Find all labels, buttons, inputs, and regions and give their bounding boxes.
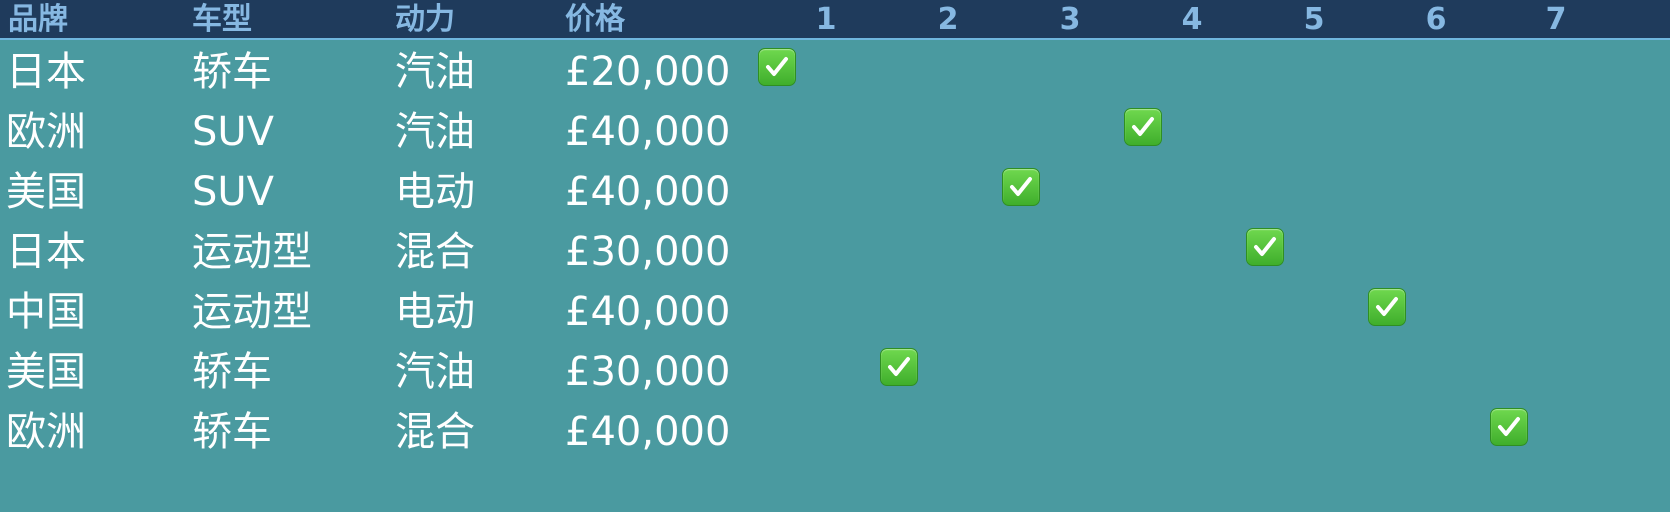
table-row: 日本 运动型 混合 £30,000 [0, 220, 1670, 284]
cell-brand[interactable]: 日本 [6, 40, 86, 104]
cell-price[interactable]: £20,000 [565, 40, 730, 104]
check-mark-icon[interactable] [1002, 168, 1040, 206]
header-num-6[interactable]: 6 [1416, 0, 1456, 40]
cell-price[interactable]: £40,000 [565, 400, 730, 464]
cell-brand[interactable]: 欧洲 [6, 400, 86, 464]
cell-power[interactable]: 汽油 [395, 40, 475, 104]
check-mark-icon[interactable] [1124, 108, 1162, 146]
header-num-3[interactable]: 3 [1050, 0, 1090, 40]
header-type[interactable]: 车型 [192, 0, 252, 40]
cell-power[interactable]: 混合 [395, 400, 475, 464]
table-row: 美国 轿车 汽油 £30,000 [0, 340, 1670, 404]
cell-power[interactable]: 电动 [395, 280, 475, 344]
cell-brand[interactable]: 美国 [6, 160, 86, 224]
cell-brand[interactable]: 美国 [6, 340, 86, 404]
check-mark-icon[interactable] [1246, 228, 1284, 266]
cell-power[interactable]: 汽油 [395, 100, 475, 164]
cell-type[interactable]: SUV [192, 100, 274, 164]
check-mark-icon[interactable] [1368, 288, 1406, 326]
cell-price[interactable]: £30,000 [565, 220, 730, 284]
cell-brand[interactable]: 中国 [6, 280, 86, 344]
table-row: 欧洲 轿车 混合 £40,000 [0, 400, 1670, 464]
check-mark-icon[interactable] [758, 48, 796, 86]
header-row: 品牌 车型 动力 价格 1 2 3 4 5 6 7 [0, 0, 1670, 40]
cell-price[interactable]: £30,000 [565, 340, 730, 404]
header-num-5[interactable]: 5 [1294, 0, 1334, 40]
cell-price[interactable]: £40,000 [565, 160, 730, 224]
cell-type[interactable]: 轿车 [192, 340, 272, 404]
spreadsheet-grid: 品牌 车型 动力 价格 1 2 3 4 5 6 7 日本 轿车 汽油 £20,000 欧… [0, 0, 1670, 512]
cell-power[interactable]: 电动 [395, 160, 475, 224]
header-brand[interactable]: 品牌 [8, 0, 68, 40]
cell-power[interactable]: 混合 [395, 220, 475, 284]
header-power[interactable]: 动力 [395, 0, 455, 40]
header-num-2[interactable]: 2 [928, 0, 968, 40]
cell-type[interactable]: SUV [192, 160, 274, 224]
header-num-7[interactable]: 7 [1536, 0, 1576, 40]
cell-type[interactable]: 运动型 [192, 220, 312, 284]
cell-power[interactable]: 汽油 [395, 340, 475, 404]
check-mark-icon[interactable] [1490, 408, 1528, 446]
header-num-1[interactable]: 1 [806, 0, 846, 40]
table-row: 日本 轿车 汽油 £20,000 [0, 40, 1670, 104]
check-mark-icon[interactable] [880, 348, 918, 386]
cell-type[interactable]: 轿车 [192, 400, 272, 464]
cell-type[interactable]: 运动型 [192, 280, 312, 344]
table-row: 美国 SUV 电动 £40,000 [0, 160, 1670, 224]
cell-price[interactable]: £40,000 [565, 100, 730, 164]
header-price[interactable]: 价格 [565, 0, 625, 40]
cell-brand[interactable]: 欧洲 [6, 100, 86, 164]
cell-type[interactable]: 轿车 [192, 40, 272, 104]
cell-brand[interactable]: 日本 [6, 220, 86, 284]
header-num-4[interactable]: 4 [1172, 0, 1212, 40]
cell-price[interactable]: £40,000 [565, 280, 730, 344]
table-row: 欧洲 SUV 汽油 £40,000 [0, 100, 1670, 164]
table-row: 中国 运动型 电动 £40,000 [0, 280, 1670, 344]
